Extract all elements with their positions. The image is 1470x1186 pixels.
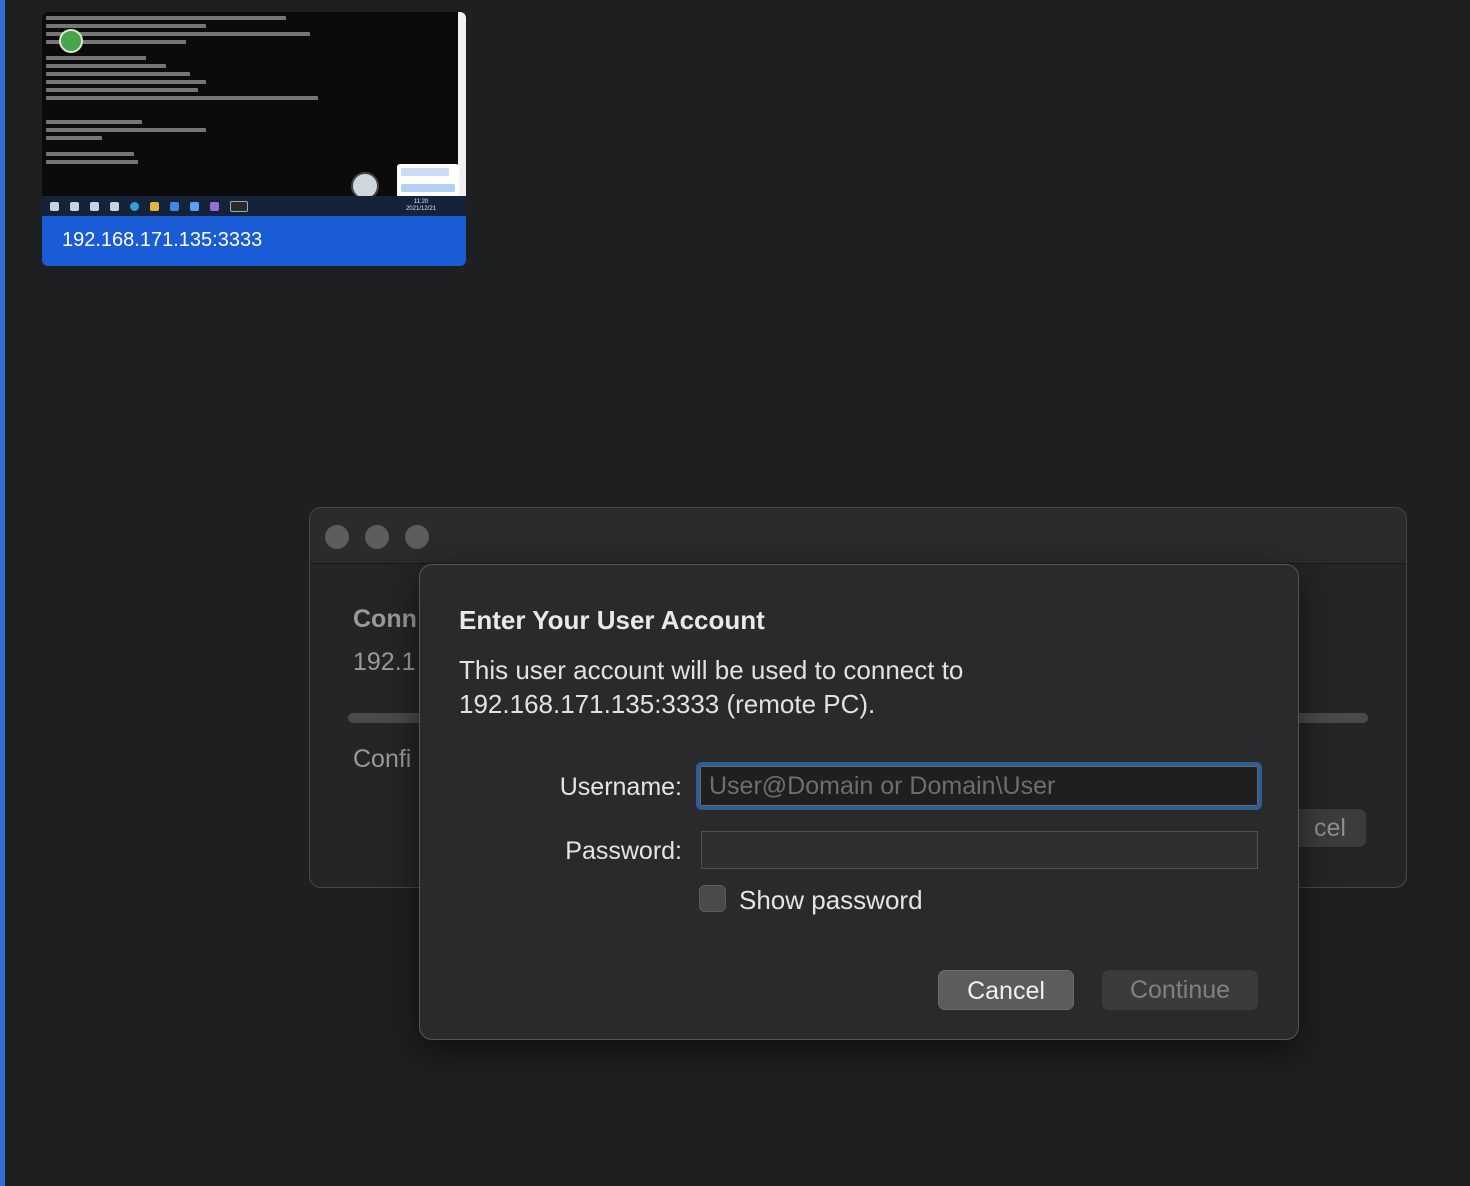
connecting-address: 192.1 xyxy=(353,648,416,676)
username-input[interactable] xyxy=(696,762,1262,810)
remote-pc-screenshot: 11:20 2021/12/21 xyxy=(42,12,466,216)
user-account-dialog: Enter Your User Account This user accoun… xyxy=(419,564,1299,1040)
continue-button[interactable]: Continue xyxy=(1102,970,1258,1010)
mail-icon xyxy=(190,201,199,211)
remote-pc-address-label: 192.168.171.135:3333 xyxy=(62,229,263,251)
connection-status-text: Confi xyxy=(353,745,412,773)
window-edge xyxy=(0,0,5,1186)
terminal-icon xyxy=(230,200,248,212)
task-view-icon xyxy=(110,201,119,211)
visual-studio-icon xyxy=(210,201,219,211)
cmd-window-text xyxy=(46,12,446,196)
clock-date: 2021/12/21 xyxy=(405,206,436,212)
show-password-checkbox[interactable] xyxy=(699,885,726,912)
dialog-message: This user account will be used to connec… xyxy=(459,653,1159,721)
password-input[interactable] xyxy=(701,831,1258,869)
clock-time: 11:20 xyxy=(413,199,429,205)
windows-taskbar: 11:20 2021/12/21 xyxy=(42,196,466,216)
dialog-title: Enter Your User Account xyxy=(459,605,765,635)
zoom-window-button[interactable] xyxy=(405,525,429,549)
remote-pc-tile[interactable]: 11:20 2021/12/21 192.168.171.135:3333 xyxy=(42,12,466,266)
edge-browser-icon xyxy=(130,201,139,211)
connecting-heading: Conn xyxy=(353,605,417,633)
dialog-message-line-1: This user account will be used to connec… xyxy=(459,655,964,685)
dialog-message-line-2: 192.168.171.135:3333 (remote PC). xyxy=(459,689,876,719)
file-explorer-icon xyxy=(150,201,159,211)
taskbar-clock: 11:20 2021/12/21 xyxy=(406,199,436,213)
username-label: Username: xyxy=(559,773,682,801)
windows-start-icon xyxy=(50,201,59,211)
online-status-dot xyxy=(59,29,83,53)
store-icon xyxy=(170,201,179,211)
cancel-button[interactable]: Cancel xyxy=(938,970,1074,1010)
minimize-window-button[interactable] xyxy=(365,525,389,549)
password-label: Password: xyxy=(565,837,682,865)
close-window-button[interactable] xyxy=(325,525,349,549)
window-titlebar xyxy=(310,508,1406,564)
show-password-label[interactable]: Show password xyxy=(739,885,923,916)
toolbox-popup xyxy=(397,164,459,198)
cortana-icon xyxy=(90,201,99,211)
search-icon xyxy=(70,201,79,211)
